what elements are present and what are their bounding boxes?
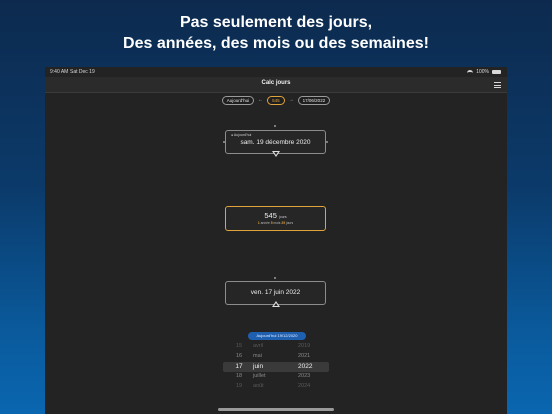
summary-pill-row: Aujourd'hui ← 545 → 17/06/2022: [45, 95, 507, 105]
end-date-value: ven. 17 juin 2022: [250, 289, 301, 296]
battery-percent: 100%: [476, 69, 489, 75]
result-years-label: année: [260, 221, 270, 225]
result-years: 1: [257, 221, 260, 225]
start-date-label: ● Aujourd'hui: [231, 133, 252, 137]
status-right: 100%: [467, 69, 501, 75]
result-months-label: mois: [273, 221, 281, 225]
start-date-value: sam. 19 décembre 2020: [240, 139, 311, 146]
start-date-pill[interactable]: Aujourd'hui: [221, 95, 255, 105]
picker-row[interactable]: 18 juillet 2023: [223, 372, 329, 382]
picker-month: juin: [253, 362, 264, 370]
picker-day: 19: [235, 383, 243, 389]
result-breakdown: 1 année 5 mois 29 jours: [226, 221, 325, 225]
picker-year: 2024: [298, 383, 311, 389]
status-date: Sat Dec 19: [70, 69, 95, 75]
down-triangle-icon[interactable]: [272, 151, 280, 157]
status-time: 9:40 AM: [50, 69, 69, 75]
picker-row-selected[interactable]: 17 juin 2022: [223, 362, 329, 372]
picker-month: août: [253, 383, 264, 389]
wifi-icon: [467, 70, 474, 74]
picker-day: 15: [235, 343, 243, 349]
picker-month: juillet: [253, 373, 266, 379]
result-total: 545 jours: [226, 211, 325, 220]
picker-day: 16: [235, 353, 243, 359]
navigation-bar: Calc jours: [45, 77, 507, 93]
end-date-pill[interactable]: 17/06/2022: [297, 95, 331, 105]
connector-dot: [274, 125, 276, 127]
battery-icon: [492, 70, 501, 74]
picker-row[interactable]: 15 avril 2019: [223, 342, 329, 352]
picker-month: mai: [253, 353, 262, 359]
picker-day: 17: [235, 362, 243, 370]
nav-title: Calc jours: [261, 80, 291, 86]
picker-year: 2019: [298, 343, 311, 349]
picker-year: 2022: [298, 362, 313, 370]
result-days-label: jours: [285, 221, 294, 225]
result-card[interactable]: 545 jours 1 année 5 mois 29 jours: [225, 206, 326, 231]
date-picker[interactable]: 15 avril 2019 16 mai 2021 17 juin 2022 1…: [223, 342, 329, 414]
headline-line-1: Pas seulement des jours,: [179, 14, 373, 31]
today-button[interactable]: Aujourd'hui 19/12/2020: [248, 332, 306, 340]
days-count-pill[interactable]: 545: [267, 95, 285, 105]
result-value: 545: [264, 211, 277, 220]
picker-day: 18: [235, 373, 243, 379]
picker-row[interactable]: 19 août 2024: [223, 382, 329, 392]
headline-line-2: Des années, des mois ou des semaines!: [123, 35, 429, 52]
picker-year: 2021: [298, 353, 311, 359]
picker-row[interactable]: 16 mai 2021: [223, 352, 329, 362]
promo-headline: Pas seulement des jours, Des années, des…: [0, 12, 552, 54]
picker-year: 2023: [298, 373, 311, 379]
picker-month: avril: [253, 343, 264, 349]
status-bar: 9:40 AM Sat Dec 19 100%: [45, 67, 507, 77]
result-days: 29: [281, 221, 286, 225]
arrow-left-icon: ←: [258, 97, 264, 103]
device-screen: 9:40 AM Sat Dec 19 100% Calc jours Aujou…: [45, 67, 507, 414]
connector-dot: [326, 141, 328, 143]
home-indicator[interactable]: [218, 408, 334, 411]
arrow-right-icon: →: [288, 97, 294, 103]
up-triangle-icon[interactable]: [272, 301, 280, 307]
menu-icon[interactable]: [494, 82, 501, 88]
result-unit: jours: [279, 215, 287, 219]
connector-dot: [274, 277, 276, 279]
